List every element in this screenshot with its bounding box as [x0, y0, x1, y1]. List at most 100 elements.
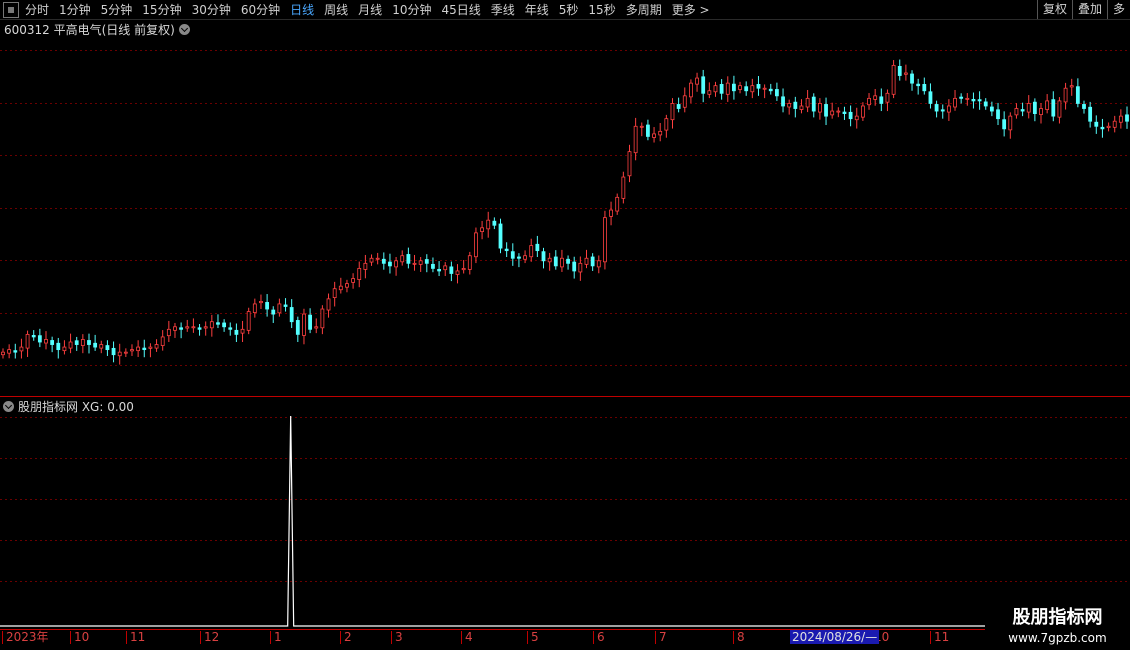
chart-canvas[interactable] [0, 0, 1130, 650]
candle-down [510, 251, 515, 259]
candle-up [7, 349, 12, 354]
candle-up [80, 339, 85, 346]
watermark-url: www.7gpzb.com [1008, 631, 1107, 645]
date-tick-label: 2 [340, 631, 352, 644]
candle-up [19, 346, 24, 352]
candle-down [142, 347, 147, 351]
candle-down [381, 258, 386, 264]
candle-down [105, 345, 110, 351]
candle-up [474, 232, 478, 258]
candle-down [74, 340, 79, 345]
candle-up [670, 103, 675, 121]
candle-up [762, 87, 767, 90]
candle-down [676, 104, 681, 109]
date-tick-label: 3 [391, 631, 403, 644]
candle-down [222, 322, 227, 328]
candle-up [209, 321, 214, 329]
candle-down [977, 99, 982, 102]
candle-up [443, 265, 448, 271]
candle-up [860, 105, 865, 118]
candle-down [308, 314, 313, 330]
candle-down [406, 254, 411, 264]
candle-up [345, 283, 349, 288]
candle-up [603, 217, 607, 263]
candle-down [50, 340, 55, 345]
candle-down [1051, 99, 1056, 117]
candle-up [363, 262, 368, 270]
candle-up [707, 90, 712, 95]
candle-down [535, 243, 540, 252]
candle-down [216, 322, 220, 325]
candle-down [1002, 119, 1007, 130]
candle-up [191, 326, 196, 329]
candle-up [1014, 108, 1019, 116]
candle-up [682, 95, 687, 108]
candle-up [609, 209, 613, 217]
watermark: 股朋指标网 www.7gpzb.com [985, 598, 1130, 650]
candle-up [854, 115, 859, 121]
candle-up [830, 110, 835, 116]
candle-down [13, 350, 18, 353]
candle-down [265, 302, 270, 310]
candle-down [701, 76, 706, 94]
candle-up [455, 270, 460, 275]
date-tick-label: 10 [70, 631, 89, 644]
xg-indicator-line [0, 415, 985, 627]
candle-up [246, 311, 251, 331]
candle-up [787, 103, 792, 108]
crosshair-date: 2024/08/26/— [790, 630, 880, 644]
candle-up [750, 85, 755, 93]
candle-down [744, 86, 749, 92]
candle-up [117, 351, 122, 357]
candle-down [271, 309, 276, 315]
chevron-down-icon[interactable] [3, 401, 14, 412]
candle-down [934, 104, 939, 112]
candle-down [793, 101, 798, 109]
candle-up [639, 125, 644, 128]
candle-up [44, 339, 48, 344]
watermark-title: 股朋指标网 [1012, 607, 1103, 628]
candle-down [940, 109, 945, 112]
candle-down [492, 220, 497, 226]
candle-up [252, 303, 257, 313]
candle-up [658, 130, 663, 136]
date-tick-label: 6 [593, 631, 605, 644]
candle-up [1106, 125, 1111, 128]
candle-up [25, 333, 30, 349]
candle-up [805, 97, 810, 108]
candle-down [959, 96, 964, 99]
candle-up [817, 103, 822, 113]
candle-down [848, 111, 853, 120]
candle-up [1008, 115, 1013, 131]
candle-up [185, 326, 190, 329]
date-tick-label: 5 [527, 631, 539, 644]
candle-up [259, 301, 263, 304]
candle-down [56, 342, 61, 351]
candle-down [553, 256, 558, 267]
date-tick-label: 11 [930, 631, 949, 644]
indicator-title-bar: 股朋指标网 XG: 0.00 [3, 398, 134, 415]
candle-up [148, 346, 153, 349]
candle-up [467, 255, 472, 270]
candle-up [621, 176, 626, 199]
candle-up [130, 349, 134, 352]
candle-down [424, 259, 429, 264]
candle-down [93, 342, 98, 348]
candle-up [578, 262, 583, 273]
candle-down [811, 96, 816, 112]
candle-down [1088, 106, 1093, 122]
candle-up [547, 257, 552, 263]
candle-up [946, 105, 951, 113]
candle-down [989, 106, 994, 112]
candle-up [277, 303, 282, 314]
candle-down [197, 327, 202, 330]
candle-up [357, 268, 362, 280]
candle-up [1045, 100, 1050, 110]
candle-down [983, 101, 988, 107]
candle-up [240, 328, 245, 334]
candle-down [879, 96, 884, 104]
candle-up [873, 95, 878, 100]
candle-down [566, 258, 570, 264]
candle-down [732, 83, 736, 92]
candle-up [1039, 108, 1043, 116]
